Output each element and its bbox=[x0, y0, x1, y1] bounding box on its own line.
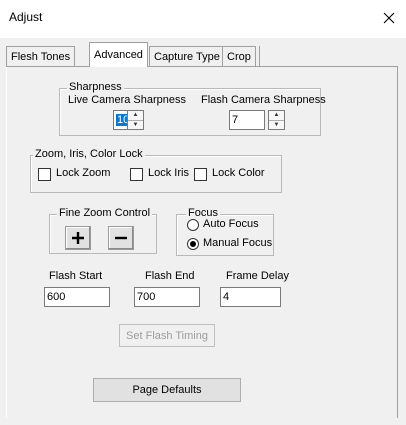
tab-label: Advanced bbox=[94, 49, 143, 61]
flash-start-field[interactable]: 600 bbox=[44, 287, 110, 307]
tab-advanced[interactable]: Advanced bbox=[89, 42, 148, 67]
tab-capture-type[interactable]: Capture Type bbox=[149, 46, 225, 66]
frame-delay-value: 4 bbox=[223, 291, 230, 303]
spin-up-icon[interactable]: ▲ bbox=[128, 111, 143, 120]
flash-end-field[interactable]: 700 bbox=[134, 287, 200, 307]
auto-focus-label: Auto Focus bbox=[203, 218, 259, 230]
manual-focus-radio[interactable] bbox=[187, 238, 199, 250]
tab-crop[interactable]: Crop bbox=[222, 46, 256, 66]
zoom-in-button[interactable] bbox=[65, 226, 91, 250]
panel-right-border bbox=[397, 66, 398, 418]
close-button[interactable] bbox=[376, 6, 402, 30]
minus-icon bbox=[115, 236, 127, 240]
flash-start-label: Flash Start bbox=[49, 270, 103, 282]
page-defaults-button[interactable]: Page Defaults bbox=[93, 378, 241, 402]
flash-start-value: 600 bbox=[47, 291, 66, 303]
lock-color-checkbox[interactable] bbox=[194, 168, 207, 181]
lock-legend: Zoom, Iris, Color Lock bbox=[33, 148, 145, 160]
live-sharpness-label: Live Camera Sharpness bbox=[68, 94, 187, 106]
lock-color-label: Lock Color bbox=[212, 167, 265, 179]
tab-label: Capture Type bbox=[154, 50, 220, 63]
lock-iris-label: Lock Iris bbox=[148, 167, 189, 179]
page-defaults-label: Page Defaults bbox=[132, 384, 202, 396]
flash-sharpness-spinner[interactable]: ▲ ▼ bbox=[268, 110, 285, 130]
tab-flesh-tones[interactable]: Flesh Tones bbox=[6, 46, 76, 66]
title-bar bbox=[0, 0, 406, 38]
flash-sharpness-field[interactable]: 7 bbox=[229, 110, 265, 130]
spin-down-icon[interactable]: ▼ bbox=[128, 119, 143, 129]
lock-zoom-checkbox[interactable] bbox=[38, 168, 51, 181]
radio-selected-dot bbox=[190, 241, 196, 247]
fine-zoom-legend: Fine Zoom Control bbox=[57, 207, 153, 219]
tab-label: Crop bbox=[227, 50, 251, 63]
auto-focus-radio[interactable] bbox=[187, 219, 199, 231]
sharpness-legend: Sharpness bbox=[67, 81, 124, 93]
plus-icon bbox=[72, 232, 84, 244]
set-flash-timing-label: Set Flash Timing bbox=[126, 329, 208, 342]
spin-up-icon[interactable]: ▲ bbox=[269, 111, 284, 120]
tab-label: Flesh Tones bbox=[11, 50, 71, 63]
flash-end-label: Flash End bbox=[145, 270, 195, 282]
lock-iris-checkbox[interactable] bbox=[130, 168, 143, 181]
spin-down-icon[interactable]: ▼ bbox=[269, 119, 284, 129]
set-flash-timing-button[interactable]: Set Flash Timing bbox=[119, 324, 215, 347]
flash-sharpness-label: Flash Camera Sharpness bbox=[201, 94, 326, 106]
tab-strip-separator bbox=[259, 46, 260, 66]
live-sharpness-spinner[interactable]: ▲ ▼ bbox=[127, 110, 144, 130]
tab-strip-border bbox=[6, 66, 398, 67]
zoom-out-button[interactable] bbox=[108, 226, 134, 250]
manual-focus-label: Manual Focus bbox=[203, 237, 273, 249]
flash-end-value: 700 bbox=[137, 291, 156, 303]
frame-delay-label: Frame Delay bbox=[226, 270, 289, 282]
window-title: Adjust bbox=[9, 10, 43, 24]
frame-delay-field[interactable]: 4 bbox=[220, 287, 281, 307]
flash-sharpness-value: 7 bbox=[232, 114, 239, 126]
lock-zoom-label: Lock Zoom bbox=[56, 167, 111, 179]
close-icon bbox=[383, 12, 395, 24]
